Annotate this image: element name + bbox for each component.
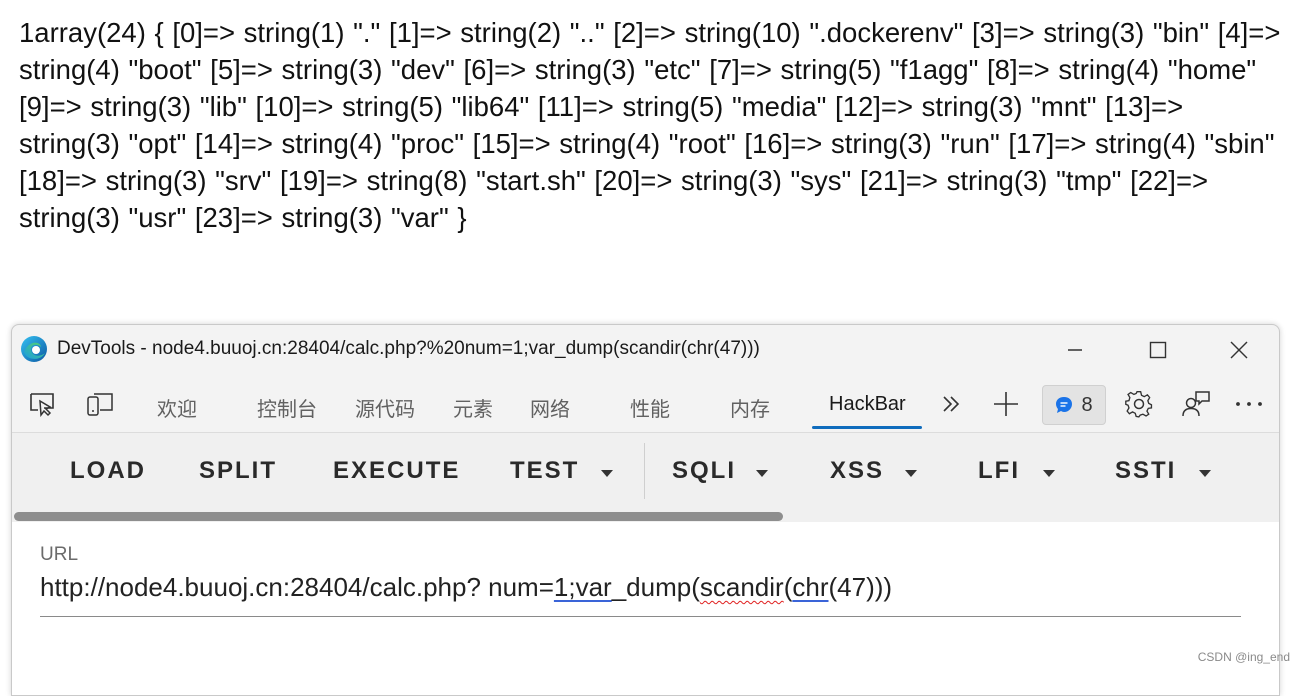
feedback-people-icon bbox=[1182, 391, 1210, 417]
tab-console[interactable]: 控制台 bbox=[257, 393, 317, 422]
toolbar-divider bbox=[644, 443, 645, 499]
window-title: DevTools - node4.buuoj.cn:28404/calc.php… bbox=[57, 338, 760, 359]
ssti-chevron-down-icon bbox=[1199, 470, 1211, 477]
chat-bubble-icon bbox=[1056, 397, 1073, 413]
more-tabs-button[interactable] bbox=[935, 389, 967, 419]
inspect-icon bbox=[30, 393, 54, 417]
load-button[interactable]: LOAD bbox=[70, 457, 146, 485]
url-prefix: http://node4.buuoj.cn:28404/calc.php? nu… bbox=[40, 572, 554, 602]
ssti-menu-button[interactable]: SSTI bbox=[1115, 457, 1176, 485]
url-segment-spellcheck: scandir bbox=[699, 572, 784, 602]
url-panel: URL http://node4.buuoj.cn:28404/calc.php… bbox=[12, 522, 1279, 695]
close-icon bbox=[1230, 341, 1248, 359]
inspect-element-button[interactable] bbox=[27, 389, 59, 419]
tab-welcome[interactable]: 欢迎 bbox=[157, 393, 197, 422]
url-segment-underlined: chr bbox=[792, 572, 829, 602]
scrollbar-thumb[interactable] bbox=[14, 512, 783, 521]
ellipsis-icon bbox=[1236, 402, 1262, 406]
url-input-underline bbox=[40, 616, 1241, 617]
add-tool-button[interactable] bbox=[990, 389, 1022, 419]
tab-hackbar[interactable]: HackBar bbox=[829, 393, 906, 416]
minimize-icon bbox=[1068, 349, 1082, 351]
maximize-button[interactable] bbox=[1135, 333, 1181, 367]
url-suffix: (47))) bbox=[828, 572, 893, 602]
feedback-button[interactable] bbox=[1180, 389, 1212, 419]
device-emulation-button[interactable] bbox=[84, 389, 116, 419]
watermark: CSDN @ing_end bbox=[1197, 650, 1290, 664]
xss-chevron-down-icon bbox=[905, 470, 917, 477]
gear-icon bbox=[1125, 391, 1153, 418]
tab-sources[interactable]: 源代码 bbox=[355, 393, 415, 422]
tab-performance[interactable]: 性能 bbox=[630, 393, 670, 422]
split-button[interactable]: SPLIT bbox=[199, 457, 277, 485]
hackbar-toolbar: LOAD SPLIT EXECUTE TEST SQLI XSS LFI SST… bbox=[12, 432, 1279, 523]
sqli-menu-button[interactable]: SQLI bbox=[672, 457, 736, 485]
lfi-chevron-down-icon bbox=[1043, 470, 1055, 477]
active-tab-indicator bbox=[812, 426, 922, 429]
device-toggle-icon bbox=[87, 393, 113, 416]
tab-network[interactable]: 网络 bbox=[530, 393, 570, 422]
settings-button[interactable] bbox=[1123, 389, 1155, 419]
sqli-chevron-down-icon bbox=[756, 470, 768, 477]
tab-memory[interactable]: 内存 bbox=[730, 393, 770, 422]
devtools-window: DevTools - node4.buuoj.cn:28404/calc.php… bbox=[11, 324, 1280, 696]
url-segment-underlined: 1;var bbox=[553, 572, 612, 602]
tab-elements[interactable]: 元素 bbox=[453, 393, 493, 422]
test-menu-button[interactable]: TEST bbox=[510, 457, 579, 485]
double-chevron-right-icon bbox=[943, 396, 960, 412]
devtools-toolbar: 欢迎 控制台 源代码 元素 网络 性能 内存 HackBar 8 bbox=[12, 377, 1279, 431]
maximize-icon bbox=[1149, 341, 1167, 359]
close-button[interactable] bbox=[1216, 333, 1262, 367]
php-var-dump-output: 1array(24) { [0]=> string(1) "." [1]=> s… bbox=[19, 17, 1281, 233]
xss-menu-button[interactable]: XSS bbox=[830, 457, 884, 485]
edge-logo-icon bbox=[21, 336, 47, 362]
minimize-button[interactable] bbox=[1052, 333, 1098, 367]
lfi-menu-button[interactable]: LFI bbox=[978, 457, 1020, 485]
issues-count: 8 bbox=[1081, 393, 1093, 416]
url-label: URL bbox=[40, 544, 79, 565]
url-input[interactable]: http://node4.buuoj.cn:28404/calc.php? nu… bbox=[40, 572, 892, 603]
execute-button[interactable]: EXECUTE bbox=[333, 457, 460, 485]
url-segment: _dump( bbox=[611, 572, 700, 602]
more-options-button[interactable] bbox=[1233, 389, 1265, 419]
issues-badge[interactable]: 8 bbox=[1042, 385, 1106, 425]
test-chevron-down-icon bbox=[601, 470, 613, 477]
plus-icon bbox=[994, 392, 1018, 416]
title-bar: DevTools - node4.buuoj.cn:28404/calc.php… bbox=[12, 325, 1279, 375]
